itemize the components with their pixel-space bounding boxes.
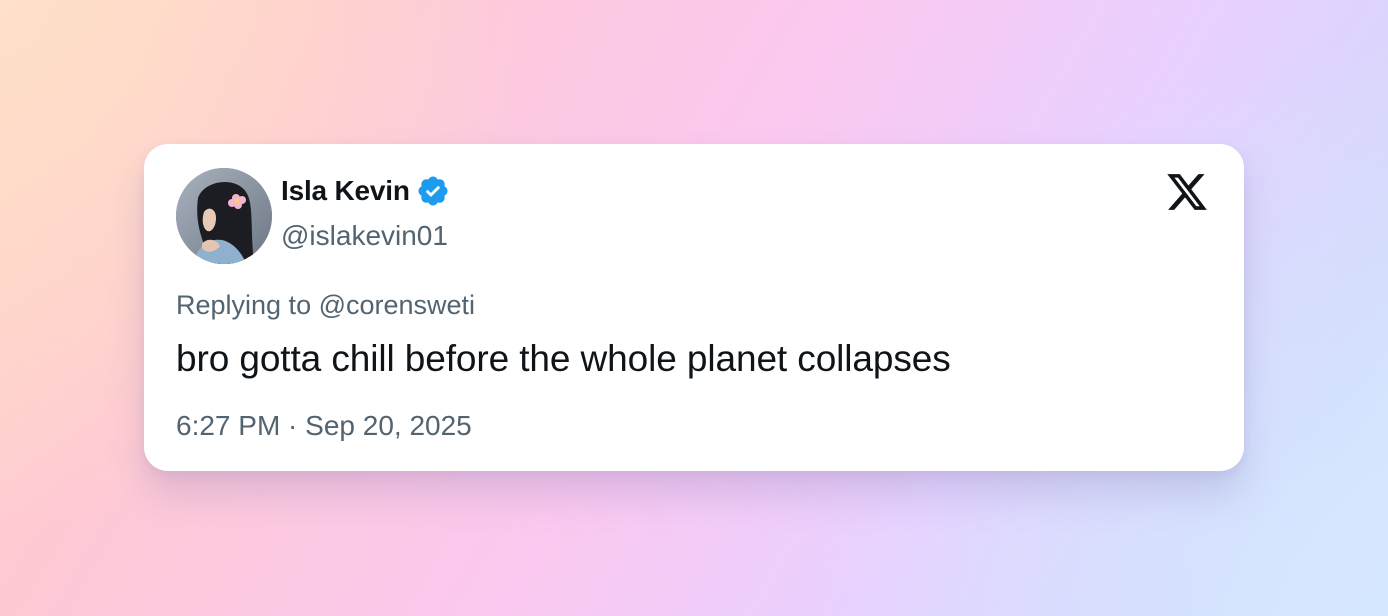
author-handle[interactable]: @islakevin01 — [281, 220, 448, 252]
tweet-card: Isla Kevin @islakevin01 Replying to @cor… — [144, 144, 1244, 471]
verified-badge-icon — [416, 174, 450, 208]
avatar-image — [176, 168, 272, 264]
replying-to-label: Replying to @corensweti — [176, 290, 476, 320]
avatar[interactable] — [176, 168, 272, 264]
author-name-row: Isla Kevin — [281, 174, 450, 208]
x-logo-icon[interactable] — [1164, 170, 1210, 214]
tweet-text: bro gotta chill before the whole planet … — [176, 338, 951, 379]
tweet-timestamp[interactable]: 6:27 PM · Sep 20, 2025 — [176, 410, 472, 442]
author-name[interactable]: Isla Kevin — [281, 175, 410, 207]
